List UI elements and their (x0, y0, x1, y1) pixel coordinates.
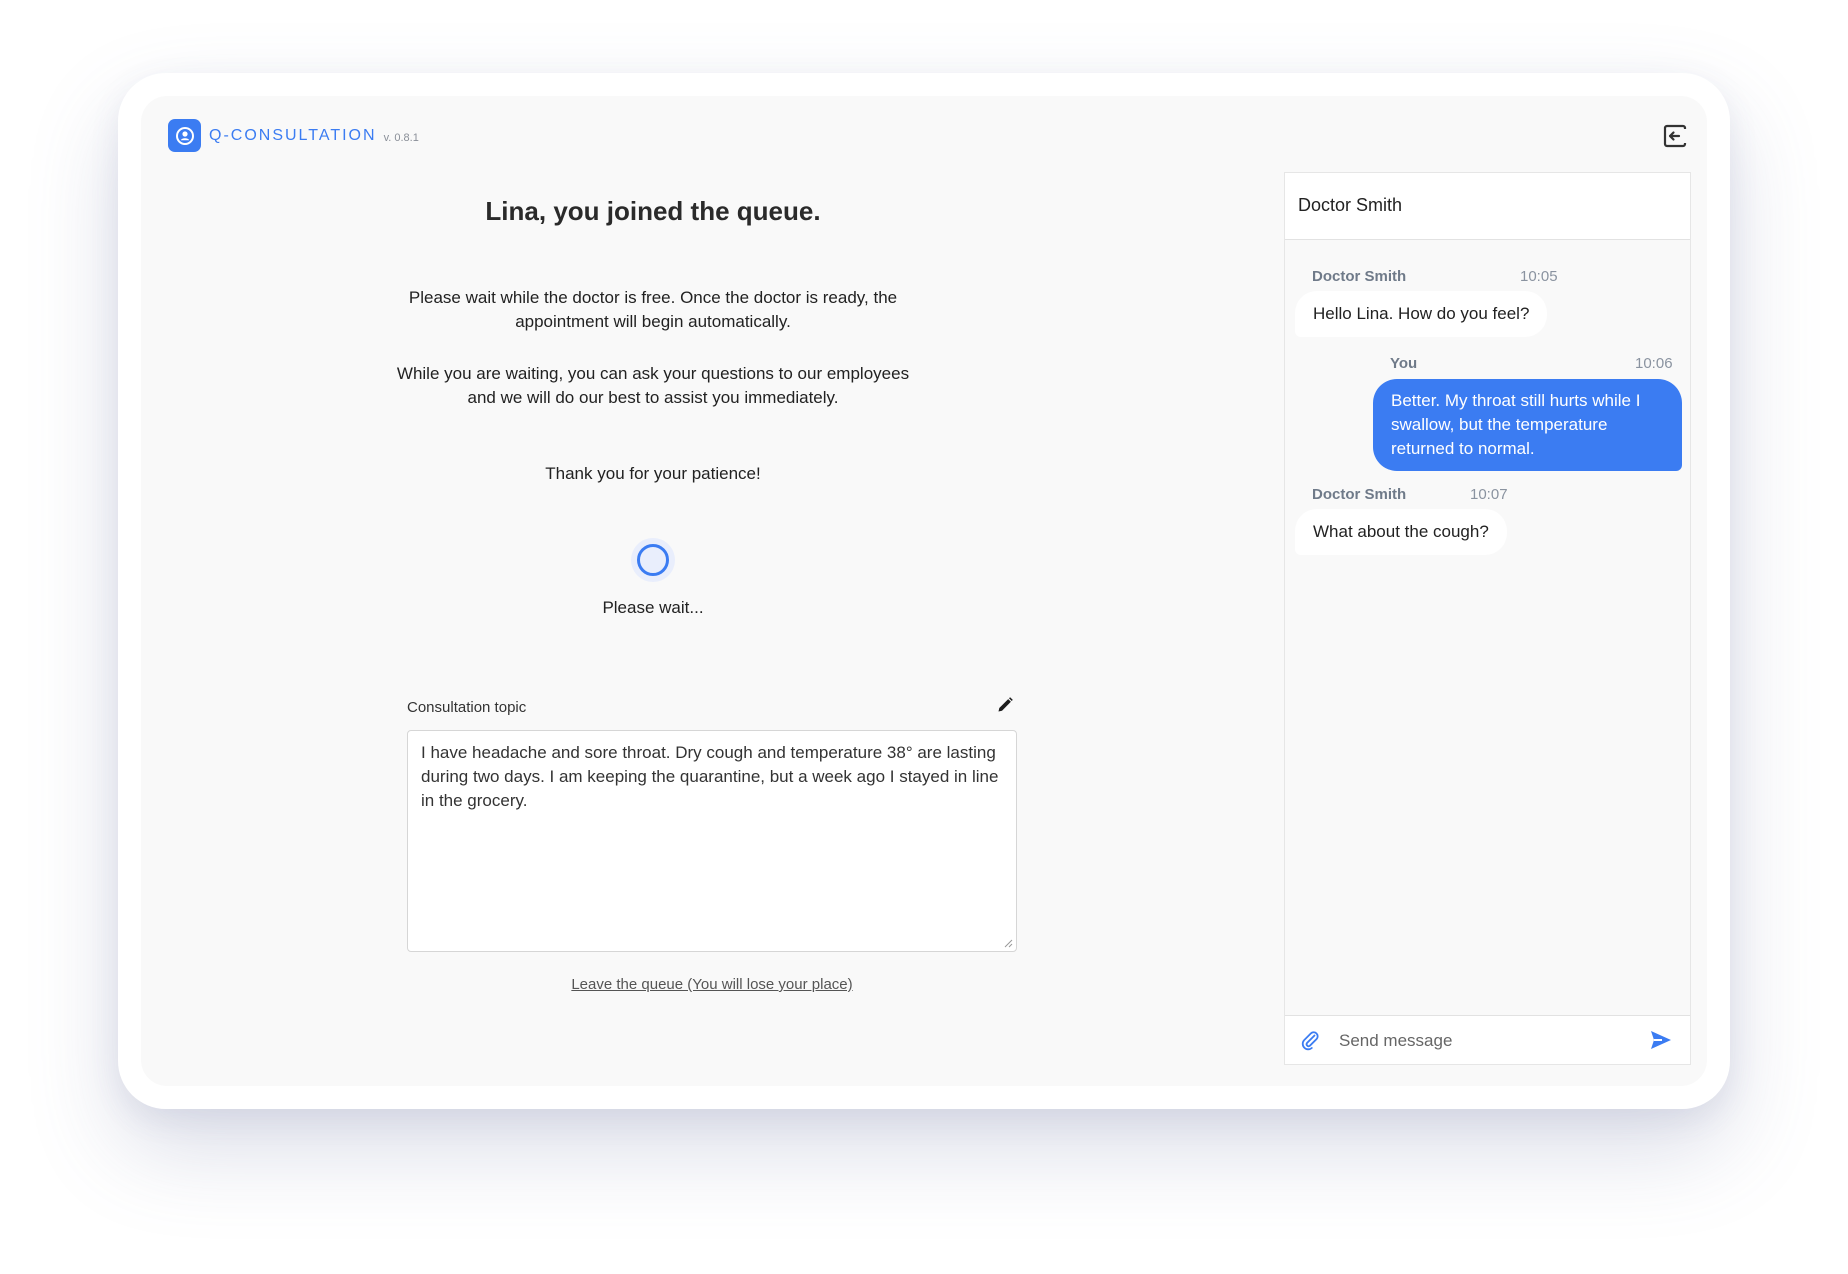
resize-grip-icon[interactable] (1003, 938, 1013, 948)
leave-queue-link[interactable]: Leave the queue (You will lose your plac… (407, 976, 1017, 993)
chat-panel: Doctor Smith Doctor Smith 10:05 Hello Li… (1284, 172, 1691, 1065)
logout-icon (1663, 124, 1687, 148)
topic-label: Consultation topic (407, 699, 527, 716)
message-bubble-outgoing: Better. My throat still hurts while I sw… (1373, 379, 1682, 471)
paperclip-icon (1301, 1031, 1319, 1051)
send-icon (1651, 1031, 1671, 1049)
edit-topic-button[interactable] (996, 696, 1014, 714)
chat-title: Doctor Smith (1298, 195, 1403, 215)
loading-spinner (631, 538, 675, 582)
message-time: 10:05 (1520, 268, 1558, 285)
brand: Q-CONSULTATION v. 0.8.1 (168, 119, 419, 152)
message-time: 10:07 (1470, 486, 1508, 503)
page-title: Lina, you joined the queue. (485, 196, 821, 226)
message-input[interactable] (1337, 1025, 1641, 1057)
queue-panel: Lina, you joined the queue. Please wait … (391, 196, 915, 617)
message-bubble-incoming: What about the cough? (1295, 509, 1507, 555)
attach-button[interactable] (1299, 1029, 1321, 1051)
queue-info-text: Please wait while the doctor is free. On… (408, 288, 898, 331)
app-screen: Q-CONSULTATION v. 0.8.1 Lina, you joined… (141, 96, 1707, 1086)
brand-name: Q-CONSULTATION (209, 126, 377, 144)
chat-input-bar (1285, 1015, 1690, 1064)
message-bubble-incoming: Hello Lina. How do you feel? (1295, 291, 1548, 337)
send-button[interactable] (1649, 1029, 1673, 1051)
message-sender: You (1390, 355, 1418, 372)
consultation-topic-textarea[interactable]: I have headache and sore throat. Dry cou… (407, 730, 1017, 952)
message-sender: Doctor Smith (1312, 486, 1407, 503)
message-sender: Doctor Smith (1312, 268, 1407, 285)
chat-header: Doctor Smith (1285, 173, 1690, 240)
logout-button[interactable] (1662, 123, 1688, 149)
queue-assist-text: While you are waiting, you can ask your … (396, 364, 910, 407)
spinner-ring-icon (637, 544, 669, 576)
wait-text: Please wait... (602, 598, 704, 617)
logo-icon (168, 119, 201, 152)
message-time: 10:06 (1635, 355, 1673, 372)
queue-thanks-text: Thank you for your patience! (545, 464, 761, 483)
pencil-icon (998, 697, 1013, 712)
app-version: v. 0.8.1 (383, 131, 419, 144)
